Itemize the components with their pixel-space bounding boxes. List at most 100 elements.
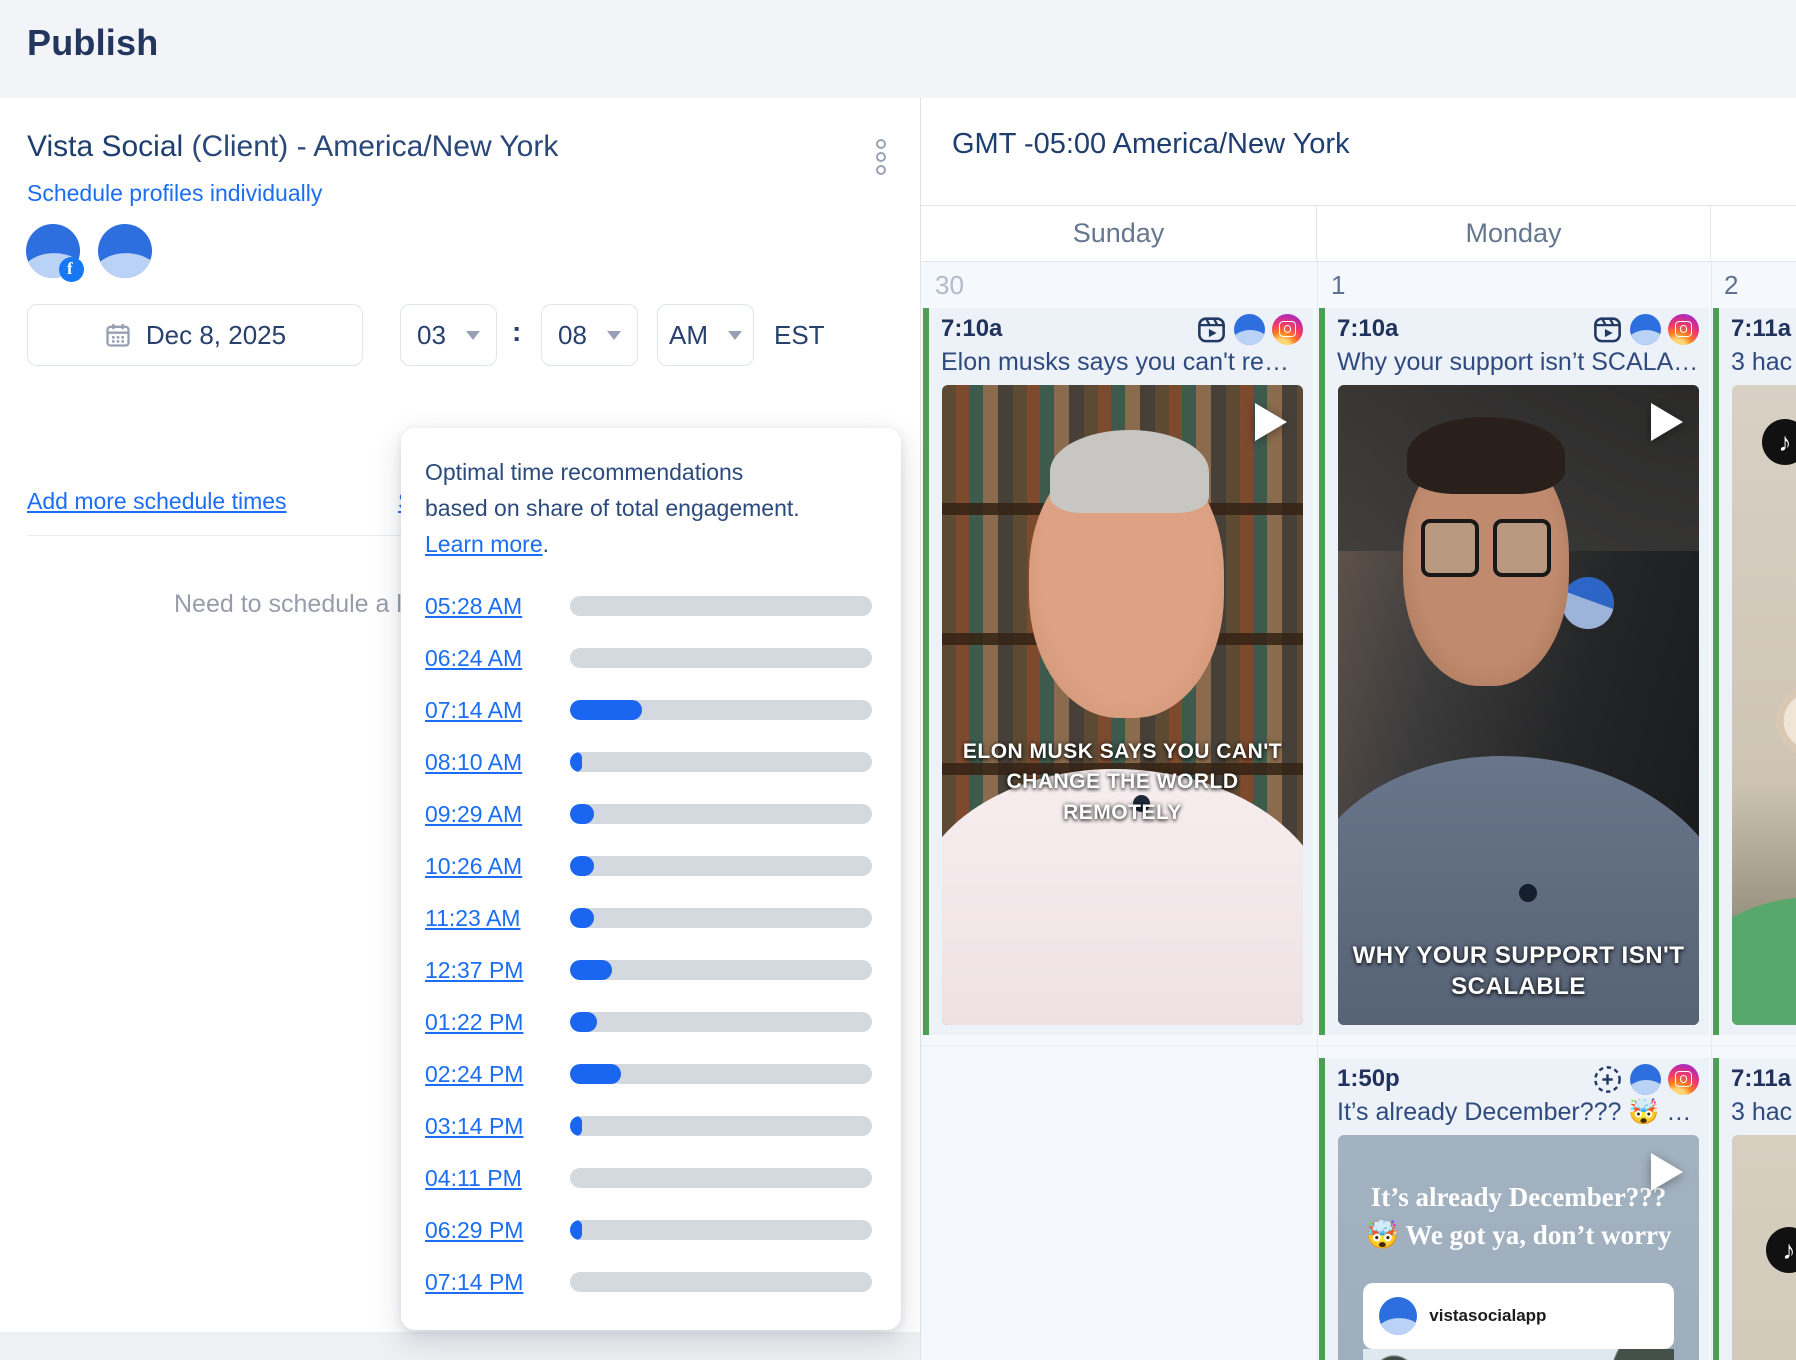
glasses-right [1493, 519, 1551, 577]
optimal-time-link[interactable]: 07:14 AM [425, 697, 549, 724]
post-video-thumbnail[interactable]: It’s already December??? 🤯 We got ya, do… [1338, 1135, 1699, 1360]
calendar-panel: GMT -05:00 America/New York Sunday Monda… [920, 98, 1796, 1360]
optimal-time-link[interactable]: 08:10 AM [425, 749, 549, 776]
post-header: 7:10a [929, 308, 1313, 346]
time-colon: : [512, 316, 521, 348]
optimal-time-row: 06:24 AM [425, 632, 877, 684]
optimal-time-link[interactable]: 07:14 PM [425, 1269, 549, 1296]
engagement-bar [570, 648, 872, 668]
engagement-bar [570, 960, 872, 980]
meridiem-select[interactable]: AM [657, 304, 754, 366]
vista-social-avatar [98, 224, 152, 278]
minute-value: 08 [558, 320, 587, 351]
scheduled-post-card[interactable]: 7:11a 3 hac ♪ one S [1713, 308, 1796, 1035]
optimal-time-row: 08:10 AM [425, 736, 877, 788]
optimal-time-row: 10:26 AM [425, 840, 877, 892]
optimal-time-link[interactable]: 10:26 AM [425, 853, 549, 880]
post-network-icons [1196, 314, 1303, 345]
vista-social-logo [1630, 1064, 1661, 1095]
optimal-time-link[interactable]: 12:37 PM [425, 957, 549, 984]
play-icon [1651, 1153, 1683, 1191]
post-title: 3 hac [1719, 1096, 1796, 1133]
schedule-individually-link[interactable]: Schedule profiles individually [27, 180, 322, 207]
engagement-bar [570, 1272, 872, 1292]
post-time: 7:11a [1731, 315, 1791, 343]
panel-menu-kebab-icon[interactable] [876, 136, 886, 178]
engagement-bar [570, 1116, 872, 1136]
wall-plate [1776, 685, 1796, 757]
chevron-down-icon [728, 331, 742, 340]
optimal-time-link[interactable]: 03:14 PM [425, 1113, 549, 1140]
scheduled-post-card[interactable]: 1:50p It’s already December??? 🤯 … It’s … [1319, 1058, 1709, 1360]
optimal-time-row: 07:14 AM [425, 684, 877, 736]
handle-card: vistasocialapp [1363, 1283, 1673, 1349]
video-caption: WHY YOUR SUPPORT ISN'T SCALABLE [1352, 940, 1684, 1002]
green-fabric [1732, 897, 1796, 1025]
optimal-time-link[interactable]: 06:29 PM [425, 1217, 549, 1244]
calendar-grid: 30 1 2 7:10a [921, 262, 1796, 1360]
description-line2: based on share of total engagement. [425, 495, 800, 521]
optimal-time-row: 09:29 AM [425, 788, 877, 840]
learn-more-link[interactable]: Learn more [425, 531, 543, 557]
add-more-schedule-times-link[interactable]: Add more schedule times [27, 488, 287, 515]
optimal-time-row: 03:14 PM [425, 1100, 877, 1152]
post-video-thumbnail[interactable]: ELON MUSK SAYS YOU CAN'T CHANGE THE WORL… [942, 385, 1303, 1025]
post-header: 1:50p [1325, 1058, 1709, 1096]
profile-avatar-instagram[interactable] [98, 224, 152, 278]
post-video-thumbnail[interactable]: WHY YOUR SUPPORT ISN'T SCALABLE [1338, 385, 1699, 1025]
scheduled-post-card[interactable]: 7:10a Elon musks says you can't re [923, 308, 1313, 1035]
background-logo-ball [1562, 577, 1614, 629]
post-network-icons [1592, 1064, 1699, 1095]
optimal-time-link[interactable]: 09:29 AM [425, 801, 549, 828]
engagement-bar [570, 1168, 872, 1188]
optimal-time-link[interactable]: 02:24 PM [425, 1061, 549, 1088]
vista-social-logo [1630, 314, 1661, 345]
scheduled-post-card[interactable]: 7:10a Why your support isn’t SCALA [1319, 308, 1709, 1035]
date-value: Dec 8, 2025 [146, 320, 286, 351]
optimal-time-link[interactable]: 05:28 AM [425, 593, 549, 620]
profile-group-timezone: - America/New York [297, 130, 559, 163]
post-time: 1:50p [1337, 1065, 1400, 1093]
calendar-timezone-title: GMT -05:00 America/New York [952, 128, 1350, 161]
hour-value: 03 [417, 320, 446, 351]
post-video-thumbnail[interactable]: ♪ [1732, 1135, 1796, 1360]
optimal-time-row: 02:24 PM [425, 1048, 877, 1100]
description-line1: Optimal time recommendations [425, 459, 743, 485]
post-video-thumbnail[interactable]: ♪ one S [1732, 385, 1796, 1025]
instagram-icon [1272, 314, 1303, 345]
date-input[interactable]: Dec 8, 2025 [27, 304, 363, 366]
day-header-row: Sunday Monday [921, 205, 1796, 262]
reels-icon [1196, 314, 1227, 345]
scheduled-post-card[interactable]: 7:11a 3 hac ♪ [1713, 1058, 1796, 1360]
day-header-sunday: Sunday [921, 206, 1317, 261]
glasses-left [1421, 519, 1479, 577]
post-header: 7:11a [1719, 308, 1796, 346]
optimal-time-link[interactable]: 06:24 AM [425, 645, 549, 672]
background-hint-text: Need to schedule a l [174, 590, 402, 619]
profile-avatar-facebook[interactable] [26, 224, 80, 278]
engagement-bar [570, 1012, 872, 1032]
hour-select[interactable]: 03 [400, 304, 497, 366]
post-network-icons [1592, 314, 1699, 345]
vista-social-logo [1379, 1297, 1417, 1335]
chevron-down-icon [466, 331, 480, 340]
facebook-badge-icon [59, 257, 84, 282]
optimal-time-link[interactable]: 11:23 AM [425, 905, 549, 932]
minute-select[interactable]: 08 [541, 304, 638, 366]
popup-description: Optimal time recommendations based on sh… [425, 454, 877, 562]
column-divider [1711, 262, 1712, 1360]
date-number: 1 [1331, 270, 1345, 301]
profile-group-title: Vista Social (Client) - America/New York [27, 130, 558, 164]
post-time: 7:10a [1337, 315, 1398, 343]
page-title: Publish [27, 22, 158, 64]
optimal-time-row: 04:11 PM [425, 1152, 877, 1204]
person-hair [1407, 417, 1566, 494]
engagement-bar [570, 596, 872, 616]
optimal-time-row: 01:22 PM [425, 996, 877, 1048]
optimal-time-link[interactable]: 04:11 PM [425, 1165, 549, 1192]
account-handle: vistasocialapp [1429, 1306, 1546, 1326]
optimal-time-link[interactable]: 01:22 PM [425, 1009, 549, 1036]
engagement-bar [570, 1220, 872, 1240]
week-row-divider [921, 1045, 1796, 1046]
day-header-monday: Monday [1317, 206, 1711, 261]
